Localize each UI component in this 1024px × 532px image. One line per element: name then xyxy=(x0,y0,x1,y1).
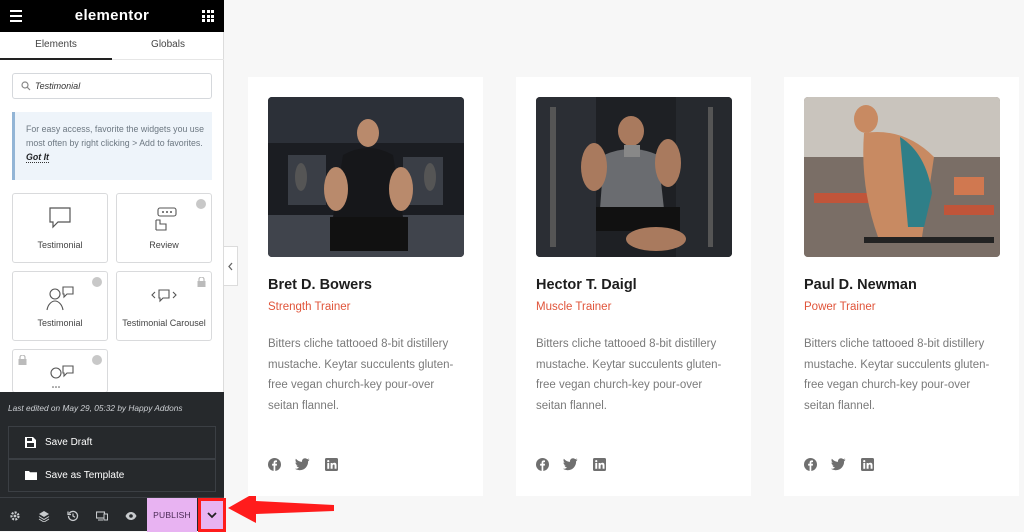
twitter-icon[interactable] xyxy=(831,458,846,476)
preview-eye-icon[interactable] xyxy=(125,510,137,522)
team-member-card: Paul D. Newman Power Trainer Bitters cli… xyxy=(784,77,1019,496)
tip-text: For easy access, favorite the widgets yo… xyxy=(26,124,204,148)
widget-label: Testimonial xyxy=(37,240,83,250)
folder-icon xyxy=(25,471,37,480)
team-member-card: Hector T. Daigl Muscle Trainer Bitters c… xyxy=(516,77,751,496)
widget-testimonial[interactable]: Testimonial xyxy=(12,193,108,263)
widget-label: Testimonial xyxy=(37,318,83,328)
favorites-tip: For easy access, favorite the widgets yo… xyxy=(12,112,212,180)
settings-gear-icon[interactable] xyxy=(9,510,21,522)
widget-locked[interactable] xyxy=(12,349,108,393)
person-ellipsis-icon xyxy=(13,362,107,392)
panel-header: elementor xyxy=(0,0,224,32)
save-draft-label: Save Draft xyxy=(45,437,93,448)
trainer-role: Muscle Trainer xyxy=(536,301,612,313)
layers-icon[interactable] xyxy=(38,510,50,522)
elementor-logo: elementor xyxy=(74,7,150,24)
trainer-name: Hector T. Daigl xyxy=(536,277,637,293)
person-quote-icon xyxy=(13,284,107,317)
trainer-bio: Bitters cliche tattooed 8-bit distillery… xyxy=(536,338,722,412)
chevron-down-icon xyxy=(207,512,217,519)
trainer-photo xyxy=(804,97,1000,257)
last-edited-text: Last edited on May 29, 05:32 by Happy Ad… xyxy=(8,403,183,413)
publish-button[interactable]: PUBLISH xyxy=(147,498,197,532)
facebook-icon[interactable] xyxy=(268,458,281,476)
twitter-icon[interactable] xyxy=(563,458,578,476)
trainer-bio: Bitters cliche tattooed 8-bit distillery… xyxy=(804,338,990,412)
widget-label: Testimonial Carousel xyxy=(122,318,206,328)
widget-label: Review xyxy=(149,240,179,250)
history-icon[interactable] xyxy=(67,510,79,522)
responsive-mode-icon[interactable] xyxy=(96,510,108,522)
linkedin-icon[interactable] xyxy=(860,458,874,476)
widget-review[interactable]: Review xyxy=(116,193,212,263)
team-member-card: Bret D. Bowers Strength Trainer Bitters … xyxy=(248,77,483,496)
chevron-left-icon xyxy=(228,262,233,271)
tab-globals[interactable]: Globals xyxy=(112,32,224,60)
search-icon xyxy=(21,81,31,91)
carousel-bubble-icon xyxy=(117,284,211,313)
panel-tabs: Elements Globals xyxy=(0,32,224,60)
widget-search xyxy=(12,73,212,99)
widgets-grid-icon[interactable] xyxy=(202,10,214,22)
search-input[interactable] xyxy=(35,78,205,94)
trainer-name: Paul D. Newman xyxy=(804,277,917,293)
elementor-panel: elementor Elements Globals For easy acce… xyxy=(0,0,226,532)
save-template-label: Save as Template xyxy=(45,470,125,481)
twitter-icon[interactable] xyxy=(295,458,310,476)
social-links xyxy=(536,458,616,476)
tab-elements[interactable]: Elements xyxy=(0,32,112,60)
trainer-role: Strength Trainer xyxy=(268,301,351,313)
panel-footer: PUBLISH xyxy=(0,497,226,532)
publish-options-toggle[interactable] xyxy=(198,498,226,532)
facebook-icon[interactable] xyxy=(536,458,549,476)
trainer-role: Power Trainer xyxy=(804,301,876,313)
save-draft-button[interactable]: Save Draft xyxy=(8,426,216,459)
widget-testimonial-addon[interactable]: Testimonial xyxy=(12,271,108,341)
linkedin-icon[interactable] xyxy=(592,458,606,476)
save-as-template-button[interactable]: Save as Template xyxy=(8,459,216,492)
floppy-disk-icon xyxy=(25,437,36,448)
facebook-icon[interactable] xyxy=(804,458,817,476)
social-links xyxy=(268,458,348,476)
linkedin-icon[interactable] xyxy=(324,458,338,476)
trainer-name: Bret D. Bowers xyxy=(268,277,372,293)
widget-testimonial-carousel[interactable]: Testimonial Carousel xyxy=(116,271,212,341)
trainer-bio: Bitters cliche tattooed 8-bit distillery… xyxy=(268,338,454,412)
speech-bubble-icon xyxy=(13,206,107,235)
got-it-link[interactable]: Got It xyxy=(26,152,49,163)
collapse-panel-toggle[interactable] xyxy=(224,246,238,286)
review-icon xyxy=(117,206,211,239)
trainer-photo xyxy=(536,97,732,257)
social-links xyxy=(804,458,884,476)
trainer-photo xyxy=(268,97,464,257)
